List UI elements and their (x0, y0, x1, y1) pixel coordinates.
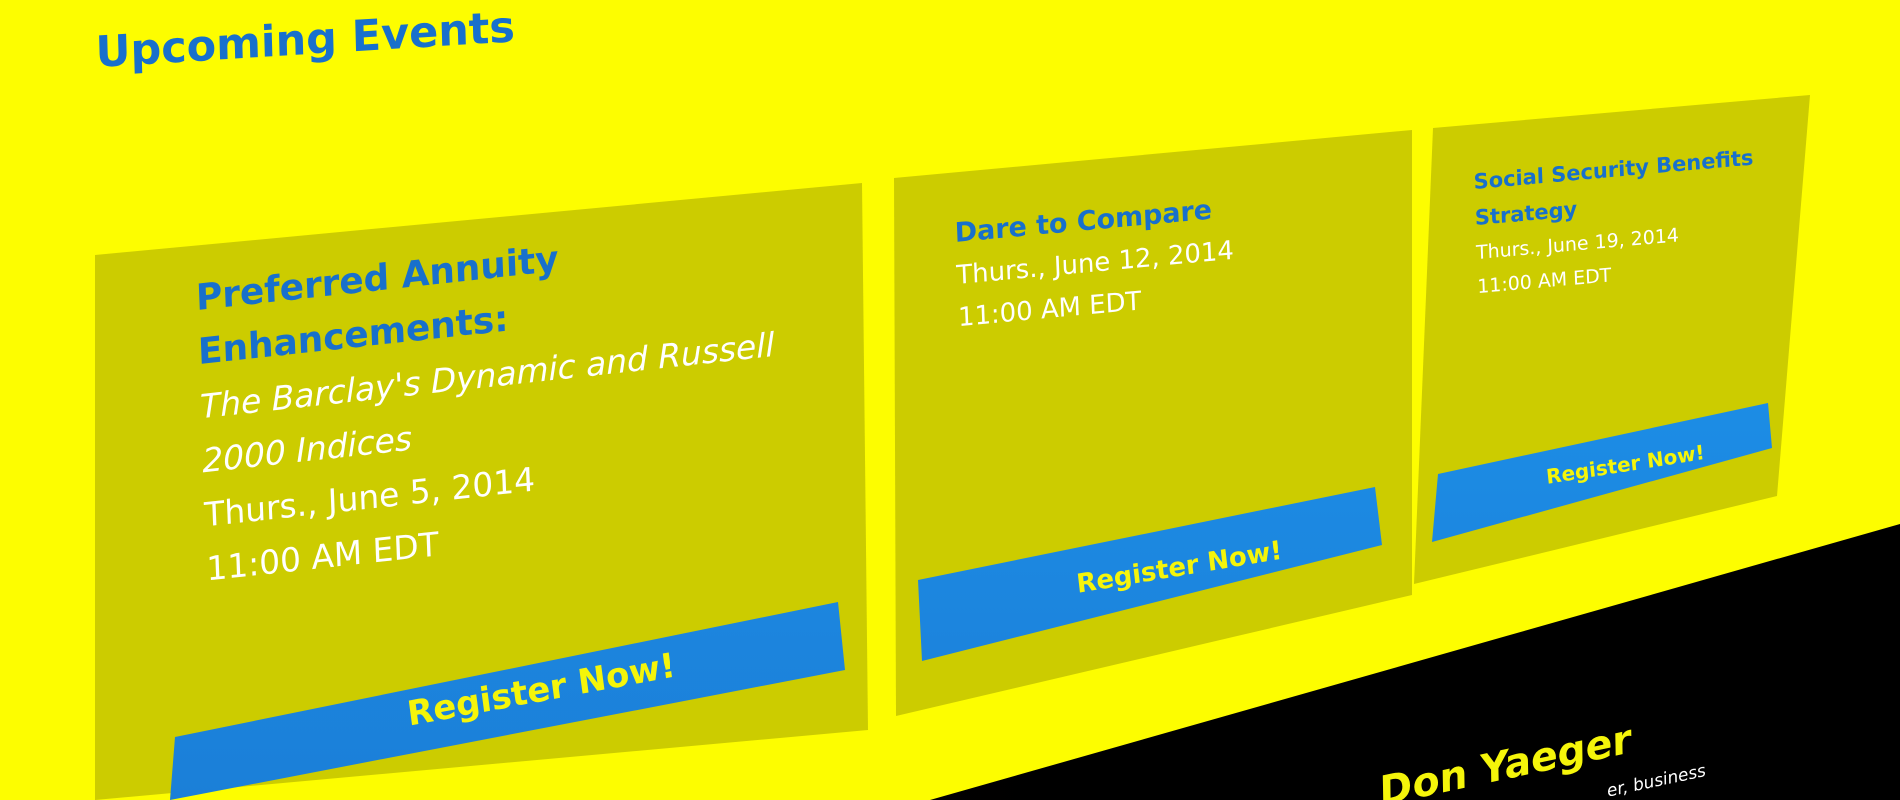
event-card-2-content: Dare to Compare Thurs., June 12, 2014 11… (954, 188, 1236, 339)
section-heading: Upcoming Events (95, 2, 516, 79)
page: Upcoming Events Preferred Annuity Enhanc… (0, 0, 1900, 800)
event-card-3-content: Social Security Benefits Strategy Thurs.… (1473, 140, 1758, 305)
event-card-1-content: Preferred Annuity Enhancements: The Barc… (195, 210, 782, 597)
